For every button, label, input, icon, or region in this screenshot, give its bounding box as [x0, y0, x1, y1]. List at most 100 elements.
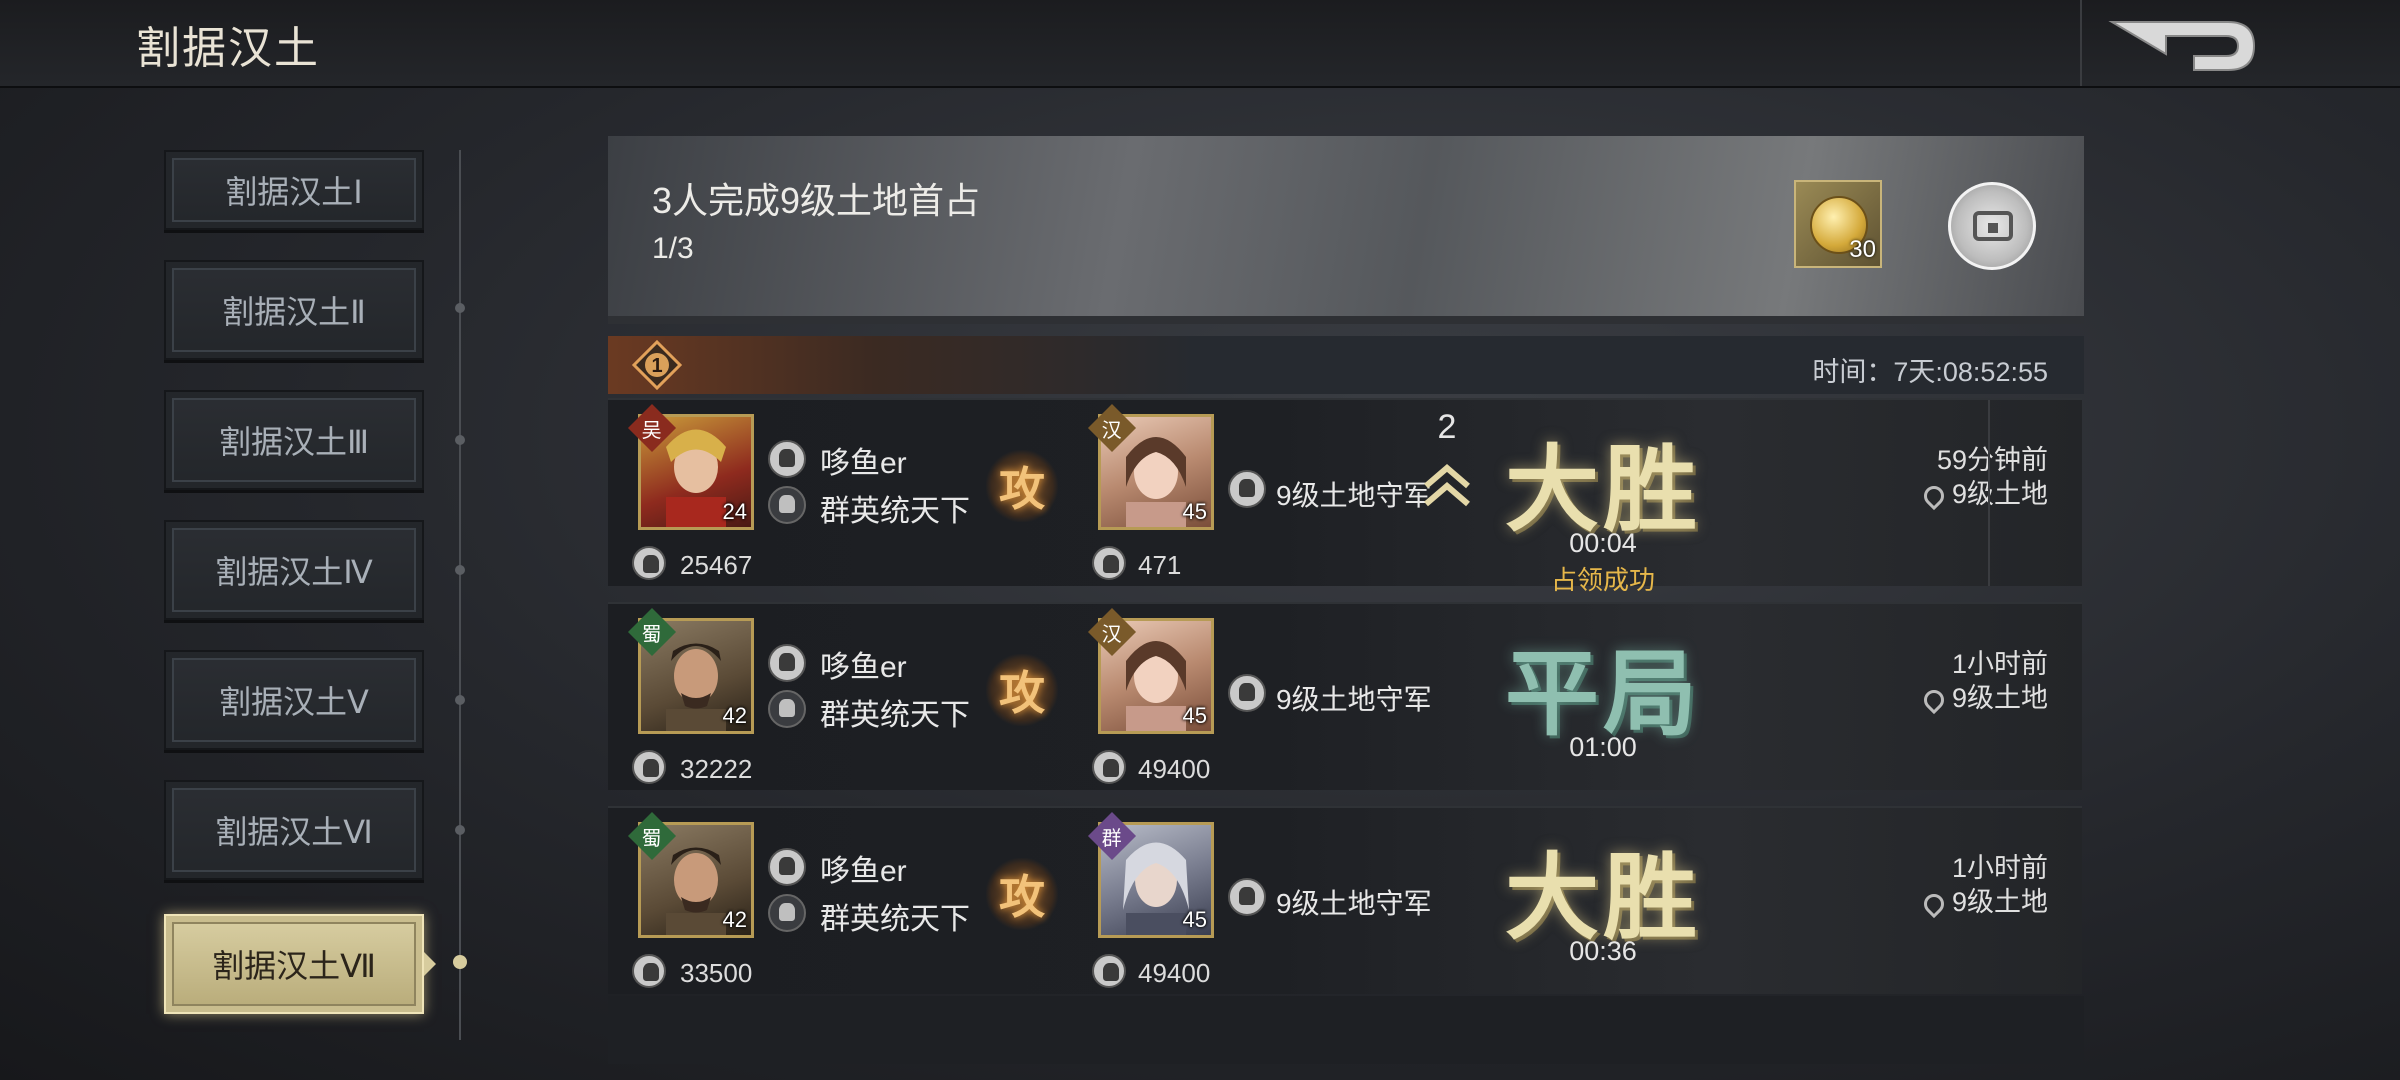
- season-tab-1[interactable]: 割据汉土Ⅰ: [164, 150, 424, 230]
- defender-portrait[interactable]: 汉 45: [1087, 403, 1214, 530]
- page-title: 割据汉土: [136, 24, 320, 73]
- defender-power: 49400: [1138, 754, 1211, 784]
- defender-power: 49400: [1138, 958, 1211, 988]
- attacker-alliance: 群英统天下: [820, 903, 970, 936]
- timeline-dot: [455, 695, 465, 705]
- defender-portrait[interactable]: 群 45: [1087, 811, 1214, 938]
- attacker-power: 32222: [680, 754, 753, 784]
- npc-icon: [1228, 674, 1266, 712]
- season-timeline: [459, 150, 461, 1040]
- season-tab-label: 割据汉土Ⅱ: [222, 294, 366, 330]
- season-tab-7-active[interactable]: 割据汉土Ⅶ: [164, 914, 424, 1014]
- attacker-level: 42: [722, 703, 747, 728]
- battle-duration: 00:04: [1569, 528, 1637, 558]
- round-header: 1 时间：7天:08:52:55: [608, 336, 2084, 394]
- attack-icon: 攻: [986, 654, 1058, 726]
- timeline-dot: [455, 825, 465, 835]
- troop-icon: [1092, 546, 1126, 580]
- defender-level: 45: [1182, 703, 1207, 728]
- objective-progress: 1/3: [652, 232, 694, 265]
- attacker-power: 25467: [680, 550, 753, 580]
- timeline-dot: [455, 565, 465, 575]
- attack-icon: 攻: [986, 450, 1058, 522]
- troop-icon: [632, 954, 666, 988]
- alliance-icon: [768, 486, 806, 524]
- season-tab-label: 割据汉土Ⅴ: [219, 684, 369, 720]
- troop-icon: [632, 546, 666, 580]
- defender-name: 9级土地守军: [1276, 480, 1432, 511]
- battle-location[interactable]: 9级土地: [1808, 472, 2048, 511]
- battle-row-3[interactable]: 蜀 42 哆鱼er 群英统天下 33500 攻 群 45 9级土地守军 4940…: [608, 806, 2082, 994]
- defender-level: 45: [1182, 907, 1207, 932]
- troop-icon: [1092, 954, 1126, 988]
- defender-portrait[interactable]: 汉 45: [1087, 607, 1214, 734]
- season-tab-4[interactable]: 割据汉土Ⅳ: [164, 520, 424, 620]
- attacker-level: 24: [722, 499, 747, 524]
- battle-location[interactable]: 9级土地: [1808, 880, 2048, 919]
- attacker-level: 42: [722, 907, 747, 932]
- chest-lock: [1988, 223, 1998, 233]
- player-icon: [768, 848, 806, 886]
- season-tab-label: 割据汉土Ⅳ: [215, 554, 373, 590]
- list-bottom: [608, 996, 2084, 1064]
- attacker-portrait[interactable]: 吴 24: [627, 403, 754, 530]
- season-tab-label: 割据汉土Ⅶ: [212, 948, 376, 984]
- battle-row-2[interactable]: 蜀 42 哆鱼er 群英统天下 32222 攻 汉 45 9级土地守军 4940…: [608, 602, 2082, 790]
- attacker-alliance: 群英统天下: [820, 495, 970, 528]
- attacker-name: 哆鱼er: [820, 447, 907, 480]
- season-tab-2[interactable]: 割据汉土Ⅱ: [164, 260, 424, 360]
- battle-location[interactable]: 9级土地: [1808, 676, 2048, 715]
- defender-level: 45: [1182, 499, 1207, 524]
- collapse-chevron-icon[interactable]: [1412, 446, 1482, 516]
- back-arrow-icon[interactable]: [2108, 18, 2258, 74]
- timeline-dot: [455, 303, 465, 313]
- round-time: 时间：7天:08:52:55: [1812, 357, 2048, 387]
- season-tab-label: 割据汉土Ⅵ: [215, 814, 373, 850]
- player-icon: [768, 440, 806, 478]
- attacker-portrait[interactable]: 蜀 42: [627, 607, 754, 734]
- attacker-name: 哆鱼er: [820, 855, 907, 888]
- player-icon: [768, 644, 806, 682]
- npc-icon: [1228, 470, 1266, 508]
- attacker-name: 哆鱼er: [820, 651, 907, 684]
- active-pointer-icon: [424, 952, 436, 976]
- attacker-power: 33500: [680, 958, 753, 988]
- group-count: 2: [1437, 408, 1457, 446]
- reward-count: 30: [1849, 236, 1876, 263]
- round-number: 1: [651, 355, 662, 377]
- season-tab-6[interactable]: 割据汉土Ⅵ: [164, 780, 424, 880]
- alliance-icon: [768, 894, 806, 932]
- round-number-badge: 1: [632, 340, 682, 390]
- alliance-icon: [768, 690, 806, 728]
- location-label: 9级土地: [1951, 479, 2048, 509]
- objective-title: 3人完成9级土地首占: [652, 180, 981, 221]
- objective-banner: 3人完成9级土地首占 1/3 30: [608, 136, 2084, 324]
- gold-coin-icon[interactable]: 30: [1794, 180, 1882, 268]
- timeline-dot-active: [453, 955, 467, 969]
- npc-icon: [1228, 878, 1266, 916]
- top-divider: [2080, 0, 2082, 86]
- location-pin-icon: [1919, 481, 1949, 511]
- attacker-portrait[interactable]: 蜀 42: [627, 811, 754, 938]
- defender-name: 9级土地守军: [1276, 684, 1432, 715]
- treasure-chest-icon[interactable]: [1948, 182, 2036, 270]
- timeline-dot: [455, 435, 465, 445]
- season-tab-3[interactable]: 割据汉土Ⅲ: [164, 390, 424, 490]
- season-tab-label: 割据汉土Ⅰ: [225, 174, 363, 210]
- defender-power: 471: [1138, 550, 1182, 580]
- troop-icon: [1092, 750, 1126, 784]
- battle-duration: 01:00: [1569, 732, 1637, 762]
- season-tab-label: 割据汉土Ⅲ: [218, 424, 370, 460]
- troop-icon: [632, 750, 666, 784]
- defender-name: 9级土地守军: [1276, 888, 1432, 919]
- season-tab-5[interactable]: 割据汉土Ⅴ: [164, 650, 424, 750]
- attacker-alliance: 群英统天下: [820, 699, 970, 732]
- top-bar: 割据汉土: [0, 0, 2400, 88]
- location-label: 9级土地: [1951, 887, 2048, 917]
- battle-row-1[interactable]: 吴 24 哆鱼er 群英统天下 25467 攻 汉 45 9级土地守军 471 …: [608, 398, 2082, 595]
- attack-icon: 攻: [986, 858, 1058, 930]
- battle-status: 占领成功: [1550, 565, 1655, 595]
- location-pin-icon: [1919, 685, 1949, 715]
- battle-duration: 00:36: [1569, 936, 1637, 966]
- row-divider: [1988, 400, 1990, 586]
